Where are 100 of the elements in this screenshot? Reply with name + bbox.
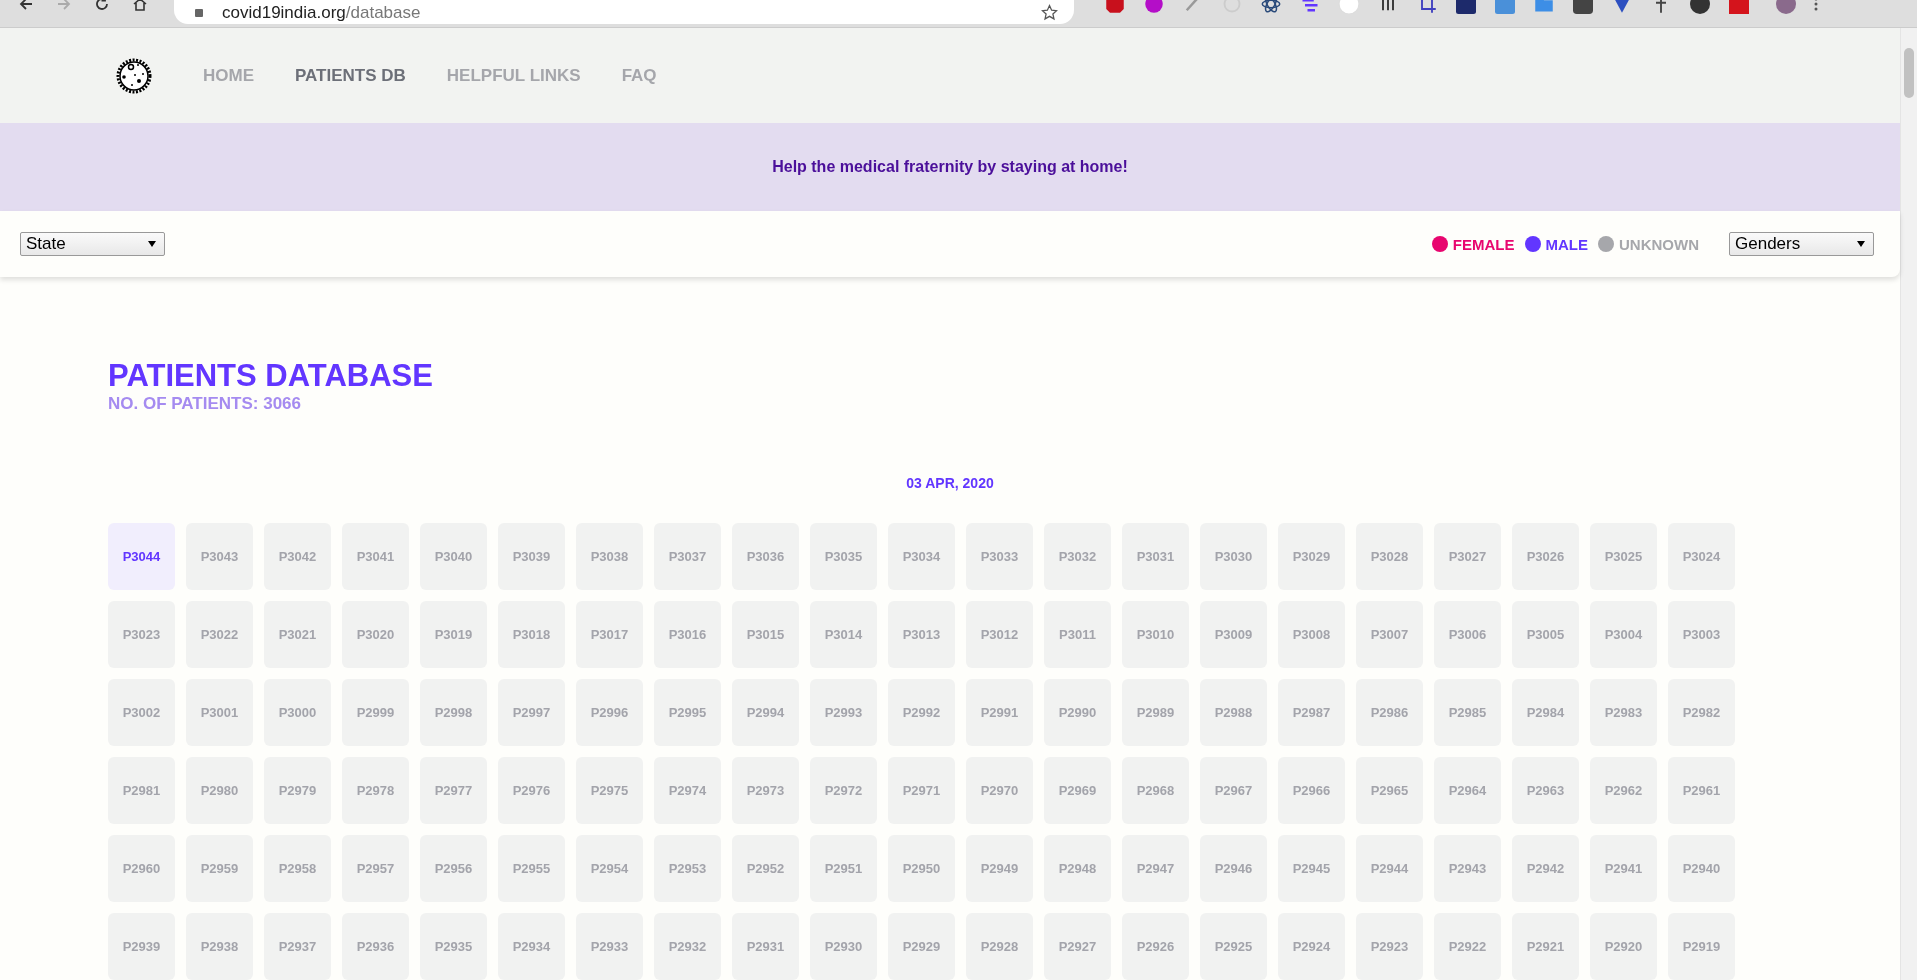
patient-tile[interactable]: P3042 [264,523,331,591]
patient-tile[interactable]: P2974 [654,757,721,825]
patient-tile[interactable]: P3043 [186,523,253,591]
avatar-icon[interactable] [1775,0,1797,14]
patient-tile[interactable]: P3036 [732,523,799,591]
patient-tile[interactable]: P2968 [1122,757,1189,825]
patient-tile[interactable]: P2959 [186,835,253,903]
patient-tile[interactable]: P2997 [498,679,565,747]
patient-tile[interactable]: P2931 [732,913,799,980]
patient-tile[interactable]: P2955 [498,835,565,903]
patient-tile[interactable]: P2945 [1278,835,1345,903]
patient-tile[interactable]: P2979 [264,757,331,825]
patient-tile[interactable]: P2930 [810,913,877,980]
patient-tile[interactable]: P2960 [108,835,175,903]
patient-tile[interactable]: P2954 [576,835,643,903]
patient-tile[interactable]: P2965 [1356,757,1423,825]
patient-tile[interactable]: P2995 [654,679,721,747]
patient-tile[interactable]: P2972 [810,757,877,825]
patient-tile[interactable]: P2986 [1356,679,1423,747]
patient-tile[interactable]: P3037 [654,523,721,591]
gender-dropdown[interactable]: Genders [1729,232,1874,256]
patient-tile[interactable]: P3007 [1356,601,1423,669]
atom-icon[interactable] [1260,0,1282,14]
folder-icon[interactable] [1533,0,1555,14]
patient-tile[interactable]: P3011 [1044,601,1111,669]
patient-tile[interactable]: P3029 [1278,523,1345,591]
patient-tile[interactable]: P2953 [654,835,721,903]
patient-tile[interactable]: P2944 [1356,835,1423,903]
patient-tile[interactable]: P3019 [420,601,487,669]
patient-tile[interactable]: P2990 [1044,679,1111,747]
patient-tile[interactable]: P2971 [888,757,955,825]
patient-tile[interactable]: P3015 [732,601,799,669]
patient-tile[interactable]: P2999 [342,679,409,747]
patient-tile[interactable]: P2963 [1512,757,1579,825]
extension-icon[interactable] [1689,0,1711,14]
nav-link[interactable]: HELPFUL LINKS [446,65,581,86]
patient-tile[interactable]: P2946 [1200,835,1267,903]
patient-tile[interactable]: P3030 [1200,523,1267,591]
patient-tile[interactable]: P2920 [1590,913,1657,980]
patient-tile[interactable]: P3044 [108,523,175,591]
patient-tile[interactable]: P3008 [1278,601,1345,669]
patient-tile[interactable]: P2987 [1278,679,1345,747]
scrollbar[interactable] [1900,28,1917,980]
patient-tile[interactable]: P2976 [498,757,565,825]
patient-tile[interactable]: P2921 [1512,913,1579,980]
patient-tile[interactable]: P3040 [420,523,487,591]
patient-tile[interactable]: P2989 [1122,679,1189,747]
patient-tile[interactable]: P3001 [186,679,253,747]
patient-tile[interactable]: P2923 [1356,913,1423,980]
patient-tile[interactable]: P3027 [1434,523,1501,591]
patient-tile[interactable]: P3033 [966,523,1033,591]
patient-tile[interactable]: P2977 [420,757,487,825]
patient-tile[interactable]: P3041 [342,523,409,591]
patient-tile[interactable]: P2957 [342,835,409,903]
patient-tile[interactable]: P2996 [576,679,643,747]
patient-tile[interactable]: P3000 [264,679,331,747]
patient-tile[interactable]: P3017 [576,601,643,669]
patient-tile[interactable]: P3018 [498,601,565,669]
patient-tile[interactable]: P2929 [888,913,955,980]
patient-tile[interactable]: P2924 [1278,913,1345,980]
patient-tile[interactable]: P2993 [810,679,877,747]
patient-tile[interactable]: P3025 [1590,523,1657,591]
patient-tile[interactable]: P3035 [810,523,877,591]
patient-tile[interactable]: P2983 [1590,679,1657,747]
patient-tile[interactable]: P3028 [1356,523,1423,591]
patient-tile[interactable]: P2969 [1044,757,1111,825]
patient-tile[interactable]: P3003 [1668,601,1735,669]
extension-icon[interactable] [1572,0,1594,14]
patient-tile[interactable]: P2939 [108,913,175,980]
scrollbar-thumb[interactable] [1904,48,1914,98]
patient-tile[interactable]: P2982 [1668,679,1735,747]
patient-tile[interactable]: P3012 [966,601,1033,669]
patient-tile[interactable]: P3026 [1512,523,1579,591]
patient-tile[interactable]: P2985 [1434,679,1501,747]
back-icon[interactable] [18,0,34,12]
patient-tile[interactable]: P2975 [576,757,643,825]
patient-tile[interactable]: P2934 [498,913,565,980]
patient-tile[interactable]: P3005 [1512,601,1579,669]
patient-tile[interactable]: P2952 [732,835,799,903]
patient-tile[interactable]: P3004 [1590,601,1657,669]
state-dropdown[interactable]: State [20,232,165,256]
patient-tile[interactable]: P2940 [1668,835,1735,903]
patient-tile[interactable]: P2932 [654,913,721,980]
patient-tile[interactable]: P3024 [1668,523,1735,591]
patient-tile[interactable]: P3032 [1044,523,1111,591]
patient-tile[interactable]: P2928 [966,913,1033,980]
patient-tile[interactable]: P2936 [342,913,409,980]
patient-tile[interactable]: P2964 [1434,757,1501,825]
patient-tile[interactable]: P3016 [654,601,721,669]
patient-tile[interactable]: P2938 [186,913,253,980]
patient-tile[interactable]: P2984 [1512,679,1579,747]
patient-tile[interactable]: P2942 [1512,835,1579,903]
patient-tile[interactable]: P2973 [732,757,799,825]
nav-link[interactable]: FAQ [621,65,657,86]
address-bar[interactable]: covid19india.org/database [174,0,1074,24]
patient-tile[interactable]: P2956 [420,835,487,903]
patient-tile[interactable]: P3022 [186,601,253,669]
patient-tile[interactable]: P2978 [342,757,409,825]
patient-tile[interactable]: P2967 [1200,757,1267,825]
extension-icon[interactable] [1104,0,1126,14]
